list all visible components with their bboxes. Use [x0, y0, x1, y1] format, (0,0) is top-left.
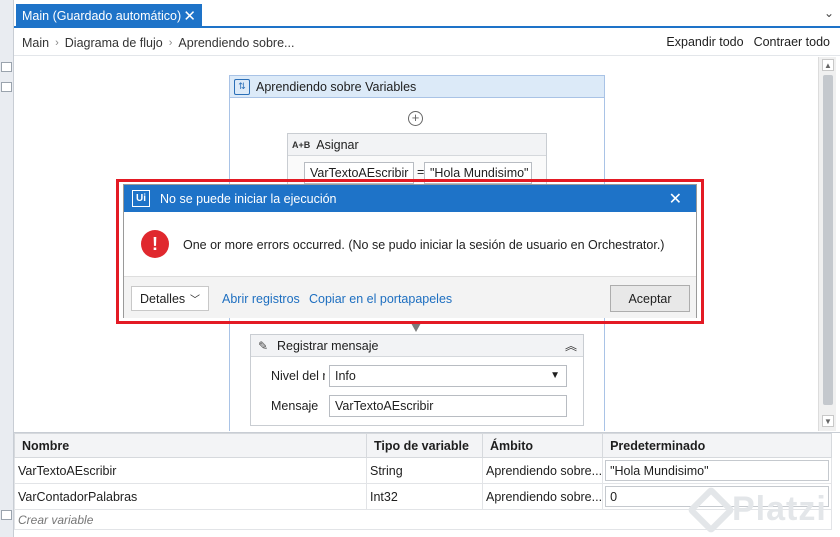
panel-toggle-bottom-icon[interactable] — [1, 510, 12, 520]
column-header-type[interactable]: Tipo de variable — [366, 433, 483, 458]
chevron-down-icon[interactable]: ⌄ — [824, 6, 834, 20]
breadcrumb-item-main[interactable]: Main — [22, 36, 49, 50]
variable-scope[interactable]: Aprendiendo sobre... — [481, 457, 604, 484]
log-message-icon: ✎ — [257, 338, 269, 353]
collapse-icon[interactable]: ︽ — [565, 337, 577, 354]
log-message-header[interactable]: ✎ Registrar mensaje ︽ — [251, 335, 583, 357]
variable-name[interactable]: VarContadorPalabras — [14, 483, 367, 510]
variable-type[interactable]: Int32 — [366, 483, 483, 510]
tab-main[interactable]: Main (Guardado automático) ✕ — [16, 4, 202, 28]
breadcrumb: Main › Diagrama de flujo › Aprendiendo s… — [14, 30, 840, 56]
open-logs-link[interactable]: Abrir registros — [222, 292, 300, 306]
details-dropdown[interactable]: Detalles ﹀ — [131, 286, 209, 311]
collapse-all-button[interactable]: Contraer todo — [754, 35, 830, 49]
panel-toggle-icon[interactable] — [1, 82, 12, 92]
variable-scope[interactable]: Aprendiendo sobre... — [481, 483, 604, 510]
platzi-logo-icon — [686, 485, 736, 534]
assign-icon: A+B — [292, 139, 311, 150]
log-message-title: Registrar mensaje — [277, 338, 379, 353]
scroll-up-icon[interactable]: ▲ — [822, 59, 834, 71]
column-header-name[interactable]: Nombre — [14, 433, 367, 458]
canvas-scrollbar[interactable]: ▲ ▼ — [818, 57, 836, 431]
flow-arrow-icon — [411, 323, 421, 332]
dialog-body: ! One or more errors occurred. (No se pu… — [124, 212, 696, 276]
close-icon[interactable]: ✕ — [669, 189, 682, 209]
details-label: Detalles — [140, 291, 186, 306]
close-icon[interactable]: ✕ — [183, 9, 196, 24]
sequence-header[interactable]: ⇅ Aprendiendo sobre Variables — [230, 76, 604, 98]
log-level-select[interactable]: Info ▼ — [329, 365, 567, 387]
dialog-title-bar: Ui No se puede iniciar la ejecución ✕ — [124, 185, 696, 212]
left-toolbar-gutter — [0, 0, 14, 537]
dialog-footer: Detalles ﹀ Abrir registros Copiar en el … — [124, 276, 696, 318]
tab-title: Main (Guardado automático) — [22, 9, 182, 23]
column-header-default[interactable]: Predeterminado — [602, 433, 832, 458]
sequence-icon: ⇅ — [234, 78, 250, 95]
breadcrumb-item-sequence[interactable]: Aprendiendo sobre... — [178, 36, 294, 50]
dialog-title: No se puede iniciar la ejecución — [160, 191, 337, 206]
variable-type[interactable]: String — [366, 457, 483, 484]
uipath-logo-icon: Ui — [132, 190, 150, 207]
accept-button[interactable]: Aceptar — [610, 285, 690, 312]
variable-name[interactable]: VarTextoAEscribir — [14, 457, 367, 484]
error-dialog: Ui No se puede iniciar la ejecución ✕ ! … — [123, 184, 697, 318]
log-level-label: Nivel del r — [271, 369, 325, 383]
assign-header[interactable]: A+B Asignar — [288, 134, 546, 156]
variable-default-cell: "Hola Mundisimo" — [602, 457, 832, 484]
log-message-activity[interactable]: ✎ Registrar mensaje ︽ Nivel del r Info ▼… — [250, 334, 584, 426]
chevron-right-icon: › — [168, 36, 173, 49]
message-field[interactable]: VarTextoAEscribir — [329, 395, 567, 417]
assign-title: Asignar — [316, 137, 359, 152]
scrollbar-thumb[interactable] — [823, 75, 833, 405]
variables-header-row: Nombre Tipo de variable Ámbito Predeterm… — [14, 433, 832, 458]
chevron-right-icon: › — [55, 36, 59, 49]
sequence-title: Aprendiendo sobre Variables — [256, 79, 417, 94]
watermark-text: Platzi — [732, 490, 827, 528]
column-header-scope[interactable]: Ámbito — [481, 433, 604, 458]
dropdown-arrow-icon[interactable]: ▼ — [550, 370, 560, 381]
expand-all-button[interactable]: Expandir todo — [666, 35, 743, 49]
scroll-down-icon[interactable]: ▼ — [822, 415, 834, 427]
pin-icon[interactable] — [1, 62, 12, 72]
log-level-value: Info — [335, 369, 356, 383]
add-activity-icon[interactable]: + — [408, 111, 423, 126]
chevron-down-icon: ﹀ — [190, 295, 200, 306]
document-tab-strip: Main (Guardado automático) ✕ ⌄ — [14, 0, 840, 28]
message-label: Mensaje — [271, 399, 319, 413]
variable-default[interactable]: "Hola Mundisimo" — [605, 460, 829, 481]
breadcrumb-item-flowchart[interactable]: Diagrama de flujo — [65, 36, 163, 50]
error-icon: ! — [141, 230, 169, 258]
table-row[interactable]: VarTextoAEscribir String Aprendiendo sob… — [14, 457, 832, 484]
platzi-watermark: Platzi — [686, 485, 827, 534]
error-message: One or more errors occurred. (No se pudo… — [183, 238, 665, 252]
copy-clipboard-link[interactable]: Copiar en el portapapeles — [309, 292, 452, 306]
breadcrumb-actions: Expandir todo Contraer todo — [666, 35, 830, 49]
